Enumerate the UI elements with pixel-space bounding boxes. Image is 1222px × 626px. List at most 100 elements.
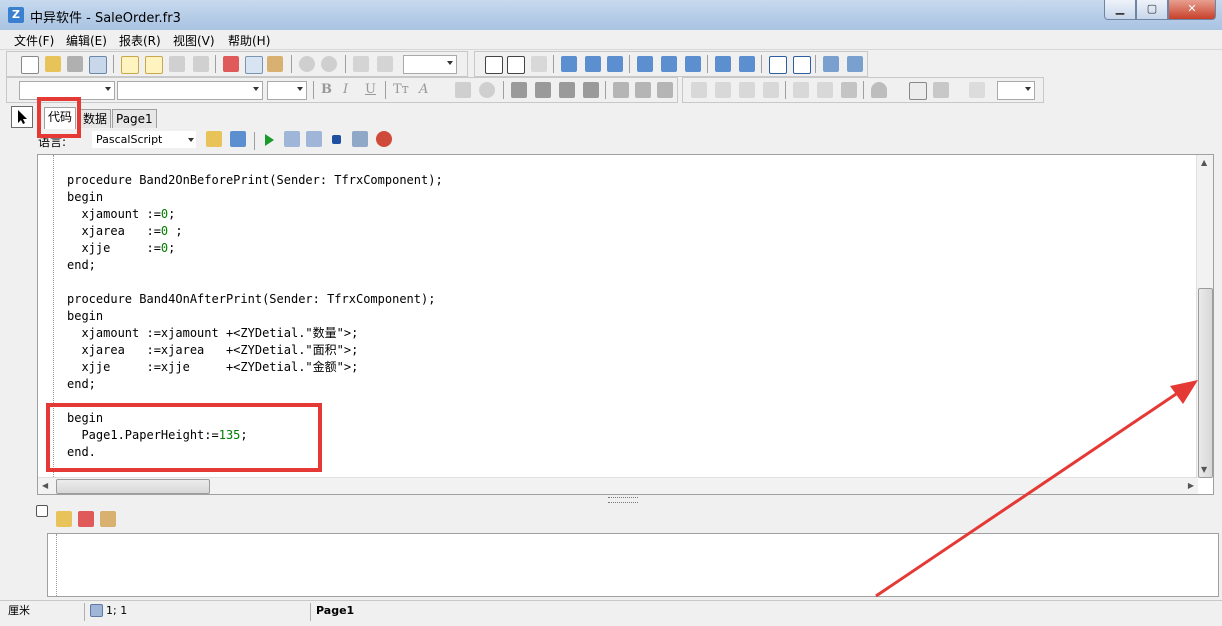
center-vertical-icon[interactable] — [793, 56, 811, 74]
menu-report[interactable]: 报表(R) — [119, 32, 161, 49]
shadow-icon[interactable] — [841, 82, 857, 98]
highlight-code-block — [46, 403, 322, 472]
frame-width-icon[interactable] — [969, 82, 985, 98]
save-icon[interactable] — [67, 56, 83, 72]
align-middle-icon[interactable] — [661, 56, 677, 72]
same-width-icon[interactable] — [823, 56, 839, 72]
minimize-button[interactable]: ▁ — [1104, 0, 1136, 20]
open-script-icon[interactable] — [206, 131, 222, 147]
horizontal-scroll-thumb[interactable] — [56, 479, 210, 494]
code-line: procedure Band4OnAfterPrint(Sender: Tfrx… — [67, 292, 436, 306]
text-align-bottom-icon[interactable] — [657, 82, 673, 98]
copy-icon[interactable] — [245, 56, 263, 74]
watch-panel — [34, 503, 1219, 598]
font-color-button[interactable]: A — [419, 82, 428, 97]
menu-view[interactable]: 视图(V) — [173, 32, 215, 49]
delete-page-icon[interactable] — [169, 56, 185, 72]
status-divider — [310, 603, 311, 621]
scroll-down-icon[interactable]: ▼ — [1201, 465, 1207, 474]
language-select[interactable]: PascalScript — [92, 131, 196, 148]
breakpoint-icon[interactable] — [376, 131, 392, 147]
run-icon[interactable] — [262, 133, 276, 147]
vertical-scrollbar[interactable]: ▲ ▼ — [1196, 155, 1213, 478]
space-vertical-icon[interactable] — [739, 56, 755, 72]
vertical-scroll-thumb[interactable] — [1198, 288, 1213, 478]
bold-button[interactable]: B — [321, 82, 332, 97]
same-height-icon[interactable] — [847, 56, 863, 72]
new-icon[interactable] — [21, 56, 39, 74]
menu-help[interactable]: 帮助(H) — [228, 32, 270, 49]
menu-edit[interactable]: 编辑(E) — [66, 32, 107, 49]
center-horizontal-icon[interactable] — [769, 56, 787, 74]
code-line: procedure Band2OnBeforePrint(Sender: Tfr… — [67, 173, 443, 187]
select-tool-button[interactable] — [11, 106, 33, 128]
watch-list[interactable] — [47, 533, 1219, 597]
align-to-grid-icon[interactable] — [507, 56, 525, 74]
group-icon[interactable] — [353, 56, 369, 72]
align-bottom-icon[interactable] — [685, 56, 701, 72]
scroll-right-icon[interactable]: ▶ — [1188, 481, 1194, 490]
frame-width-dropdown[interactable] — [997, 81, 1035, 100]
text-align-right-icon[interactable] — [559, 82, 575, 98]
ungroup-icon[interactable] — [377, 56, 393, 72]
tab-data[interactable]: 数据 — [79, 109, 112, 128]
font-size-dropdown[interactable] — [267, 81, 307, 100]
edit-watch-icon[interactable] — [100, 511, 116, 527]
text-align-top-icon[interactable] — [613, 82, 629, 98]
text-align-center-icon[interactable] — [535, 82, 551, 98]
scroll-left-icon[interactable]: ◀ — [42, 481, 48, 490]
add-watch-icon[interactable] — [56, 511, 72, 527]
close-button[interactable]: ✕ — [1168, 0, 1216, 20]
paste-icon[interactable] — [267, 56, 283, 72]
scroll-up-icon[interactable]: ▲ — [1201, 158, 1207, 167]
new-dialog-icon[interactable] — [145, 56, 163, 74]
font-settings-button[interactable]: Tт — [393, 82, 409, 97]
text-align-middle-icon[interactable] — [635, 82, 651, 98]
close-panel-icon[interactable] — [36, 505, 48, 517]
preview-icon[interactable] — [89, 56, 107, 74]
rotation-icon[interactable] — [479, 82, 495, 98]
redo-icon[interactable] — [321, 56, 337, 72]
align-left-icon[interactable] — [561, 56, 577, 72]
maximize-button[interactable]: ▢ — [1136, 0, 1168, 20]
frame-none-icon[interactable] — [817, 82, 833, 98]
underline-button[interactable]: U — [365, 82, 376, 97]
highlight-icon[interactable] — [455, 82, 471, 98]
cut-icon[interactable] — [223, 56, 239, 72]
space-horizontal-icon[interactable] — [715, 56, 731, 72]
evaluate-icon[interactable] — [352, 131, 368, 147]
standard-toolbar — [6, 51, 468, 77]
text-align-left-icon[interactable] — [511, 82, 527, 98]
run-to-cursor-icon[interactable] — [306, 131, 322, 147]
menu-file[interactable]: 文件(F) — [14, 32, 54, 49]
align-top-icon[interactable] — [637, 56, 653, 72]
delete-watch-icon[interactable] — [78, 511, 94, 527]
frame-color-icon[interactable] — [909, 82, 927, 100]
tab-page1[interactable]: Page1 — [112, 109, 157, 128]
frame-left-icon[interactable] — [739, 82, 755, 98]
stop-icon[interactable] — [332, 135, 341, 144]
align-center-icon[interactable] — [585, 56, 601, 72]
page-settings-icon[interactable] — [193, 56, 209, 72]
zoom-dropdown[interactable] — [403, 55, 457, 74]
fit-to-grid-icon[interactable] — [531, 56, 547, 72]
save-script-icon[interactable] — [230, 131, 246, 147]
separator — [863, 81, 864, 99]
font-name-dropdown[interactable] — [117, 81, 263, 100]
code-line: begin — [67, 309, 104, 323]
show-grid-icon[interactable] — [485, 56, 503, 74]
trace-into-icon[interactable] — [284, 131, 300, 147]
open-icon[interactable] — [45, 56, 61, 72]
frame-style-icon[interactable] — [933, 82, 949, 98]
text-justify-icon[interactable] — [583, 82, 599, 98]
horizontal-scrollbar[interactable]: ◀ ▶ — [38, 477, 1198, 494]
align-right-icon[interactable] — [607, 56, 623, 72]
frame-all-icon[interactable] — [793, 82, 809, 98]
new-page-icon[interactable] — [121, 56, 139, 74]
italic-button[interactable]: I — [343, 82, 348, 97]
frame-bottom-icon[interactable] — [715, 82, 731, 98]
undo-icon[interactable] — [299, 56, 315, 72]
frame-top-icon[interactable] — [691, 82, 707, 98]
fill-color-icon[interactable] — [871, 82, 887, 98]
frame-right-icon[interactable] — [763, 82, 779, 98]
